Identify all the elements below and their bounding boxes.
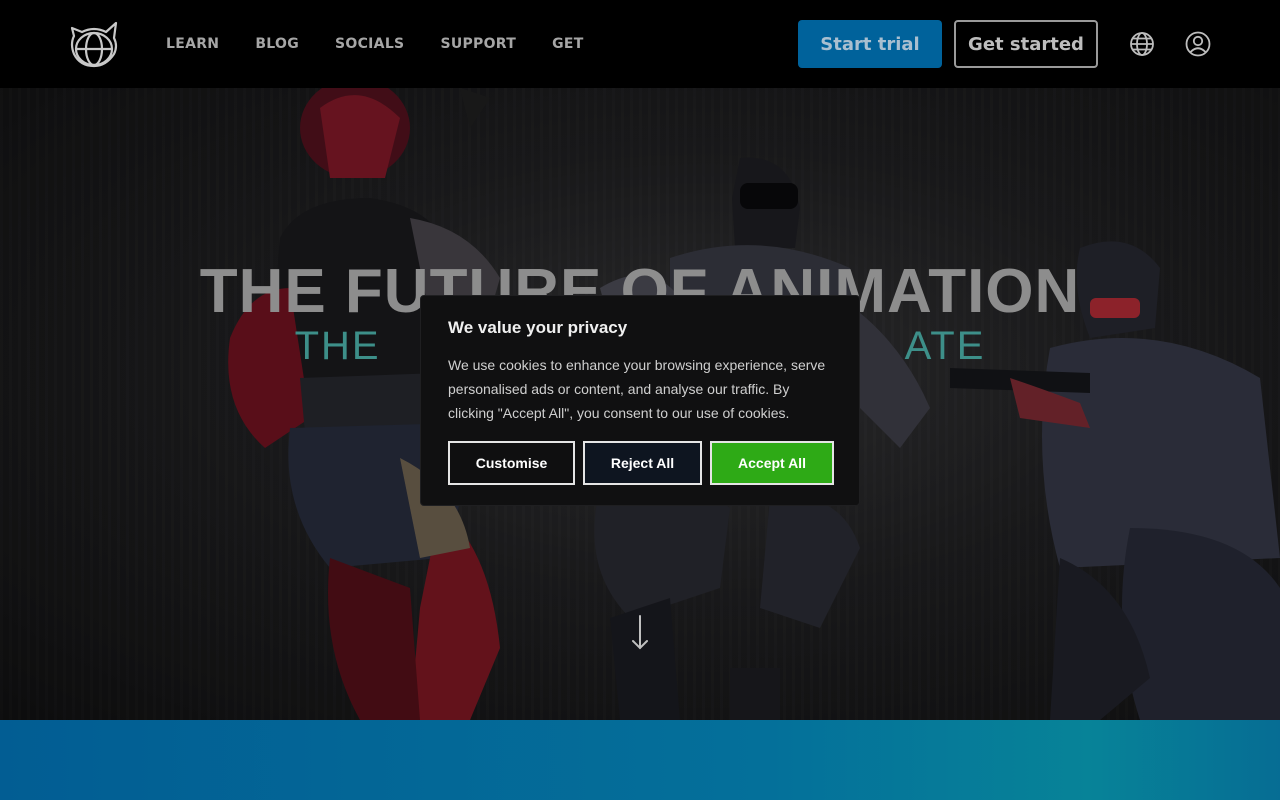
start-trial-button[interactable]: Start trial (798, 20, 942, 68)
section-band (0, 720, 1280, 800)
hero-subtitle-left: THE (294, 324, 381, 368)
user-account-icon[interactable] (1185, 31, 1211, 57)
nav-learn[interactable]: LEARN (166, 36, 219, 52)
main-nav: LEARN BLOG SOCIALS SUPPORT GET (166, 0, 620, 88)
accept-all-button[interactable]: Accept All (710, 441, 834, 485)
down-arrow-icon[interactable] (630, 614, 650, 652)
get-started-button[interactable]: Get started (954, 20, 1098, 68)
cookie-description: We use cookies to enhance your browsing … (448, 357, 826, 421)
cookie-title: We value your privacy (448, 318, 628, 337)
site-header: LEARN BLOG SOCIALS SUPPORT GET Start tri… (0, 0, 1280, 88)
globe-icon[interactable] (1129, 31, 1155, 57)
nav-get[interactable]: GET (552, 36, 584, 52)
reject-all-button[interactable]: Reject All (583, 441, 702, 485)
nav-blog[interactable]: BLOG (255, 36, 299, 52)
cookie-consent-dialog: We value your privacy We use cookies to … (420, 295, 860, 506)
customise-button[interactable]: Customise (448, 441, 575, 485)
nav-support[interactable]: SUPPORT (440, 36, 516, 52)
nav-socials[interactable]: SOCIALS (335, 36, 404, 52)
hero-subtitle-right: ATE (904, 324, 986, 368)
cat-globe-logo-icon[interactable] (68, 20, 120, 68)
